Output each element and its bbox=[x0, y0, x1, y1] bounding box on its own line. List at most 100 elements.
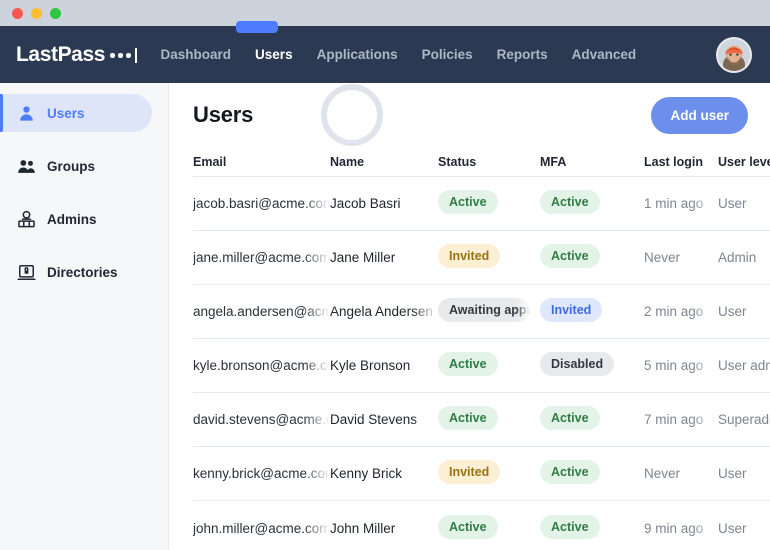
cell-email: john.miller@acme.com bbox=[193, 521, 330, 536]
brand-cursor-icon bbox=[135, 48, 137, 63]
cell-last-login: 2 min ago bbox=[644, 304, 718, 319]
mfa-badge: Active bbox=[540, 515, 600, 539]
window-minimize-button[interactable] bbox=[31, 8, 42, 19]
status-badge: Active bbox=[438, 515, 498, 539]
column-header-email[interactable]: Email bbox=[193, 155, 330, 169]
add-user-button[interactable]: Add user bbox=[651, 97, 748, 134]
column-header-status[interactable]: Status bbox=[438, 155, 540, 169]
sidebar-item-users[interactable]: Users bbox=[0, 94, 152, 132]
cell-mfa: Active bbox=[540, 244, 644, 271]
cell-status: Invited bbox=[438, 244, 540, 271]
primary-nav: Dashboard Users Applications Policies Re… bbox=[161, 47, 637, 62]
sidebar-label-groups: Groups bbox=[47, 159, 95, 174]
user-avatar[interactable] bbox=[716, 37, 752, 73]
page-title: Users bbox=[193, 102, 253, 128]
people-group-icon bbox=[17, 157, 36, 176]
sidebar-item-groups[interactable]: Groups bbox=[0, 147, 152, 185]
cell-email: kenny.brick@acme.com bbox=[193, 466, 330, 481]
cell-status: Active bbox=[438, 515, 540, 542]
table-row[interactable]: jacob.basri@acme.com Jacob Basri Active … bbox=[193, 177, 770, 231]
nav-link-users[interactable]: Users bbox=[255, 47, 293, 62]
cell-user-level: User admin bbox=[718, 358, 770, 373]
sidebar-item-admins[interactable]: Admins bbox=[0, 200, 152, 238]
status-badge: Active bbox=[438, 406, 498, 430]
cell-name: John Miller bbox=[330, 521, 438, 536]
column-header-user-level[interactable]: User level bbox=[718, 155, 770, 169]
cell-status: Invited bbox=[438, 460, 540, 487]
app-window: LastPass Dashboard Users Applications Po… bbox=[0, 0, 770, 550]
cell-last-login: Never bbox=[644, 250, 718, 265]
active-tab-indicator bbox=[236, 21, 278, 33]
lastpass-logo[interactable]: LastPass bbox=[16, 43, 137, 67]
cell-last-login: Never bbox=[644, 466, 718, 481]
cell-last-login: 7 min ago bbox=[644, 412, 718, 427]
table-row[interactable]: jane.miller@acme.com Jane Miller Invited… bbox=[193, 231, 770, 285]
cell-mfa: Active bbox=[540, 406, 644, 433]
cell-name: Kenny Brick bbox=[330, 466, 438, 481]
cell-name: Angela Andersen bbox=[330, 304, 438, 319]
window-close-button[interactable] bbox=[12, 8, 23, 19]
main-panel: Users Add user Email Name Status MFA Las… bbox=[169, 83, 770, 550]
top-navigation-bar: LastPass Dashboard Users Applications Po… bbox=[0, 26, 770, 83]
cell-name: David Stevens bbox=[330, 412, 438, 427]
cell-status: Active bbox=[438, 406, 540, 433]
cell-email: david.stevens@acme.com bbox=[193, 412, 330, 427]
mfa-badge: Active bbox=[540, 460, 600, 484]
laptop-lock-icon bbox=[17, 263, 36, 282]
nav-link-dashboard[interactable]: Dashboard bbox=[161, 47, 232, 62]
nav-link-reports[interactable]: Reports bbox=[497, 47, 548, 62]
cell-mfa: Active bbox=[540, 515, 644, 542]
cell-name: Kyle Bronson bbox=[330, 358, 438, 373]
column-header-mfa[interactable]: MFA bbox=[540, 155, 644, 169]
mfa-badge: Disabled bbox=[540, 352, 614, 376]
column-header-last-login[interactable]: Last login bbox=[644, 155, 718, 169]
mfa-badge: Active bbox=[540, 190, 600, 214]
cell-user-level: Superadmin bbox=[718, 412, 770, 427]
nav-link-advanced[interactable]: Advanced bbox=[572, 47, 637, 62]
status-badge: Active bbox=[438, 352, 498, 376]
cell-mfa: Invited bbox=[540, 298, 644, 325]
cell-status: Active bbox=[438, 352, 540, 379]
content-area: Users Groups Admins bbox=[0, 83, 770, 550]
status-badge: Active bbox=[438, 190, 498, 214]
table-row[interactable]: kyle.bronson@acme.com Kyle Bronson Activ… bbox=[193, 339, 770, 393]
cell-user-level: User bbox=[718, 521, 770, 536]
sidebar-item-directories[interactable]: Directories bbox=[0, 253, 152, 291]
cell-mfa: Active bbox=[540, 190, 644, 217]
cell-email: jacob.basri@acme.com bbox=[193, 196, 330, 211]
cell-status: Awaiting approval bbox=[438, 298, 540, 325]
cell-mfa: Active bbox=[540, 460, 644, 487]
sidebar-label-directories: Directories bbox=[47, 265, 118, 280]
person-icon bbox=[17, 104, 36, 123]
nav-link-applications[interactable]: Applications bbox=[317, 47, 398, 62]
table-row[interactable]: david.stevens@acme.com David Stevens Act… bbox=[193, 393, 770, 447]
sidebar-label-users: Users bbox=[47, 106, 85, 121]
admin-desk-icon bbox=[17, 210, 36, 229]
cell-user-level: User bbox=[718, 304, 770, 319]
cell-status: Active bbox=[438, 190, 540, 217]
status-badge: Invited bbox=[438, 460, 500, 484]
window-titlebar bbox=[0, 0, 770, 26]
sidebar: Users Groups Admins bbox=[0, 83, 169, 550]
status-badge: Invited bbox=[438, 244, 500, 268]
cell-email: angela.andersen@acme.com bbox=[193, 304, 330, 319]
table-row[interactable]: john.miller@acme.com John Miller Active … bbox=[193, 501, 770, 550]
cell-mfa: Disabled bbox=[540, 352, 644, 379]
mfa-badge: Invited bbox=[540, 298, 602, 322]
nav-link-policies[interactable]: Policies bbox=[422, 47, 473, 62]
mfa-badge: Active bbox=[540, 406, 600, 430]
window-zoom-button[interactable] bbox=[50, 8, 61, 19]
user-avatar-photo-icon bbox=[718, 39, 750, 71]
users-table: Email Name Status MFA Last login User le… bbox=[193, 147, 770, 550]
cell-last-login: 1 min ago bbox=[644, 196, 718, 211]
cell-user-level: Admin bbox=[718, 250, 770, 265]
loading-ring-icon bbox=[321, 84, 383, 146]
brand-text: LastPass bbox=[16, 43, 105, 67]
table-row[interactable]: kenny.brick@acme.com Kenny Brick Invited… bbox=[193, 447, 770, 501]
page-header: Users Add user bbox=[193, 83, 770, 147]
cell-email: jane.miller@acme.com bbox=[193, 250, 330, 265]
status-badge: Awaiting approval bbox=[438, 298, 530, 322]
sidebar-label-admins: Admins bbox=[47, 212, 97, 227]
table-row[interactable]: angela.andersen@acme.com Angela Andersen… bbox=[193, 285, 770, 339]
column-header-name[interactable]: Name bbox=[330, 155, 438, 169]
